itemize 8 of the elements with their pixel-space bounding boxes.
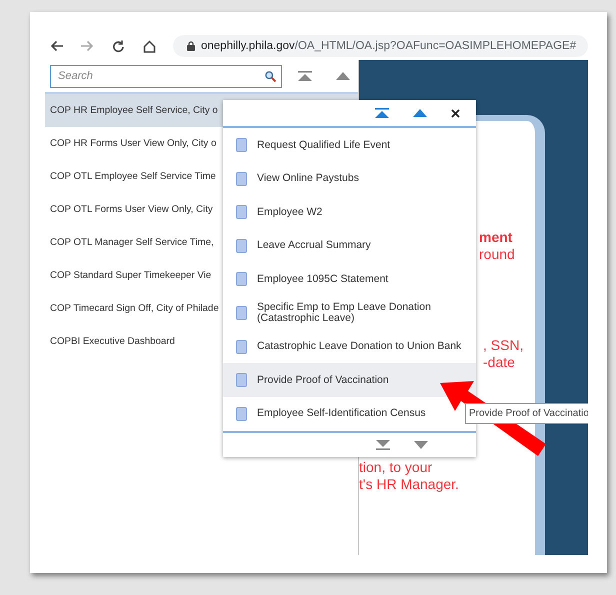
notice-text: , SSN, <box>483 337 524 354</box>
notice-text: t's HR Manager. <box>359 476 460 493</box>
notice-text: ment <box>479 229 514 246</box>
url-domain: onephilly.phila.gov <box>201 40 295 52</box>
url-path: /OA_HTML/OA.jsp?OAFunc=OASIMPLEHOMEPAGE# <box>294 40 576 52</box>
notice-text: -date <box>483 354 516 371</box>
notice-text: round <box>479 246 516 263</box>
notice-text: tion, to your <box>359 459 434 476</box>
